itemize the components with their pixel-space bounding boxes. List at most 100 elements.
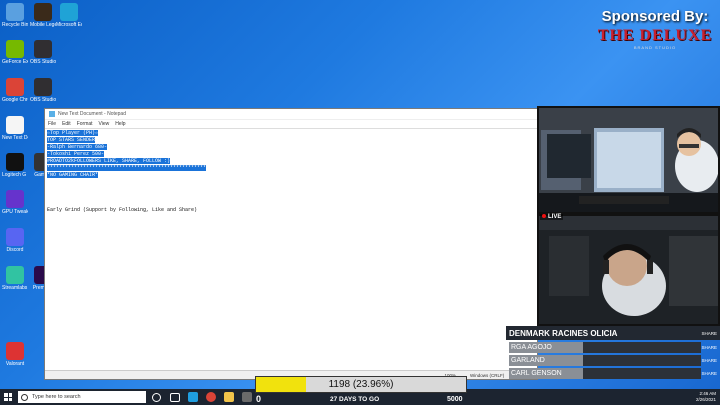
desktop-icon-label: OBS Studio xyxy=(30,97,56,103)
desktop-icon-label: OBS Studio xyxy=(30,59,56,65)
notepad-window[interactable]: New Text Document - Notepad File Edit Fo… xyxy=(44,108,538,380)
desktop-icon[interactable]: OBS Studio xyxy=(30,40,56,65)
sponsor-subtitle: BRAND STUDIO xyxy=(633,45,677,50)
desktop-icon[interactable]: Discord xyxy=(2,228,28,253)
clock-date: 2/26/2021 xyxy=(695,397,716,402)
goal-start: 0 xyxy=(256,394,262,404)
desktop-icon-label: Discord xyxy=(6,247,24,253)
cortana-icon[interactable] xyxy=(152,393,161,402)
notepad-menubar: File Edit Format View Help xyxy=(45,120,537,129)
desktop-icon-label: New Text Document xyxy=(2,135,28,141)
search-placeholder: Type here to search xyxy=(32,394,81,400)
text-line xyxy=(47,179,535,186)
leaderboard: DENMARK RACINES OLICIA SHARE RGA AGOJO S… xyxy=(506,326,720,379)
text-file-icon xyxy=(6,116,24,134)
status-line-ending: Windows (CRLF) xyxy=(469,372,505,378)
obs-icon xyxy=(34,40,52,58)
live-dot-icon xyxy=(542,214,546,218)
text-line: -Ralph Bernardo 680- xyxy=(47,144,535,151)
menu-view[interactable]: View xyxy=(99,121,110,127)
live-label: LIVE xyxy=(548,214,562,220)
game-icon xyxy=(34,3,52,21)
desktop-icon[interactable]: Recycle Bin xyxy=(2,3,28,28)
notepad-titlebar[interactable]: New Text Document - Notepad xyxy=(45,109,537,120)
text-line xyxy=(47,200,535,207)
geforce-icon xyxy=(6,40,24,58)
face-camera-feed xyxy=(537,214,720,326)
row-bar xyxy=(583,367,702,379)
supporter-name: GARLAND RODRIGUEZ xyxy=(509,354,583,375)
menu-help[interactable]: Help xyxy=(115,121,125,127)
selected-text: -Ralph Bernardo 680- xyxy=(47,144,108,150)
desktop-icon-label: Microsoft Edge xyxy=(56,22,82,28)
chrome-icon xyxy=(6,78,24,96)
desktop-icon-label: Recycle Bin xyxy=(2,22,28,28)
supporter-name: RGA AGOJO xyxy=(509,341,583,353)
store-icon[interactable] xyxy=(242,392,252,402)
file-explorer-icon[interactable] xyxy=(224,392,234,402)
menu-file[interactable]: File xyxy=(48,121,56,127)
text-line xyxy=(47,193,535,200)
text-line xyxy=(47,186,535,193)
selected-text: ☆Top Player (PH)☆ xyxy=(47,130,99,136)
selected-text: -Tokoshi Perez 500- xyxy=(47,151,105,157)
sponsor-banner: Sponsored By: THE DELUXE BRAND STUDIO xyxy=(592,8,718,50)
desktop-icon[interactable]: Streamlabs OBS xyxy=(2,266,28,291)
leaderboard-row: RGA AGOJO SHARE xyxy=(506,341,720,353)
windows-start-icon[interactable] xyxy=(4,393,12,401)
desktop-icon-label: Logitech G HUB xyxy=(2,172,28,178)
task-view-icon[interactable] xyxy=(170,393,180,402)
goal-end: 5000 xyxy=(447,396,463,403)
leaderboard-row: CARL GENSON SHARE xyxy=(506,367,720,379)
text-line: Early Grind (Support by Following, Like … xyxy=(47,207,535,214)
desktop-icon-label: GPU Tweak xyxy=(2,209,28,215)
text: Early Grind (Support by Following, Like … xyxy=(47,207,198,213)
desktop-icon-label: GeForce Experience xyxy=(2,59,28,65)
desktop-icon[interactable]: Valorant xyxy=(2,342,28,367)
row-bar xyxy=(583,354,702,366)
text-line: ☆Top Player (PH)☆ xyxy=(47,130,535,137)
top-supporter-name: DENMARK RACINES OLICIA xyxy=(509,328,618,338)
text-line: -Tokoshi Perez 500- xyxy=(47,151,535,158)
desktop-icon[interactable]: GeForce Experience xyxy=(2,40,28,65)
desktop-icon[interactable]: Logitech G HUB xyxy=(2,153,28,178)
share-label: SHARE xyxy=(701,357,717,363)
menu-edit[interactable]: Edit xyxy=(62,121,71,127)
menu-format[interactable]: Format xyxy=(77,121,93,127)
desktop-icon[interactable]: Mobile Legends xyxy=(30,3,56,28)
desktop-icon[interactable]: New Text Document xyxy=(2,116,28,141)
live-indicator: LIVE xyxy=(540,214,564,220)
system-tray[interactable]: 2:46 AM 2/26/2021 xyxy=(696,391,716,403)
supporter-name: CARL GENSON xyxy=(509,367,583,379)
discord-icon xyxy=(6,228,24,246)
text-line: *NO GAMING CHAIR* xyxy=(47,172,535,179)
row-bar xyxy=(583,341,702,353)
desktop-icon[interactable]: Google Chrome xyxy=(2,78,28,103)
search-icon xyxy=(21,393,28,401)
selected-text: TOP STARS SENDER xyxy=(47,137,96,143)
text-line: #ROADTO2kFOLLOWERS LIKE, SHARE, FOLLOW :… xyxy=(47,158,535,165)
notepad-text-area[interactable]: ☆Top Player (PH)☆ TOP STARS SENDER -Ralph … xyxy=(45,129,537,215)
chrome-icon[interactable] xyxy=(206,392,216,402)
streamlabs-icon xyxy=(6,266,24,284)
text-line: TOP STARS SENDER xyxy=(47,137,535,144)
notepad-title: New Text Document - Notepad xyxy=(58,111,126,117)
desktop-icon-label: Streamlabs OBS xyxy=(2,285,28,291)
goal-current: 1198 (23.96%) xyxy=(328,379,394,390)
selected-text: ****************************************… xyxy=(47,165,207,171)
desktop-icon[interactable]: OBS Studio xyxy=(30,78,56,103)
selected-text: *NO GAMING CHAIR* xyxy=(47,172,99,178)
share-label: SHARE xyxy=(701,330,717,336)
desktop-icon[interactable]: GPU Tweak xyxy=(2,190,28,215)
gpu-icon xyxy=(6,190,24,208)
edge-icon[interactable] xyxy=(188,392,198,402)
sponsor-logo: THE DELUXE xyxy=(597,27,713,44)
taskbar-search[interactable]: Type here to search xyxy=(18,391,146,403)
ghub-icon xyxy=(6,153,24,171)
desktop-icon-label: Valorant xyxy=(5,361,25,367)
share-label: SHARE xyxy=(701,370,717,376)
desktop-icon[interactable]: Microsoft Edge xyxy=(56,3,82,28)
share-label: SHARE xyxy=(701,344,717,350)
recycle-bin-icon xyxy=(6,3,24,21)
edge-icon xyxy=(60,3,78,21)
